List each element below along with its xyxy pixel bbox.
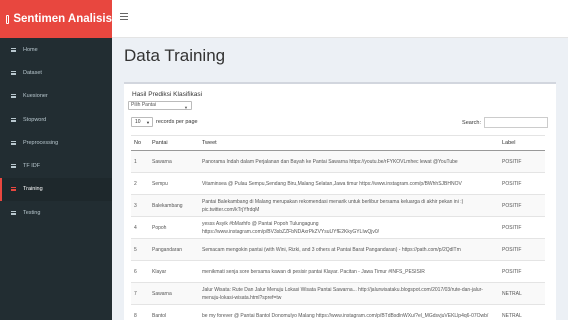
cell-no: 1: [131, 150, 149, 173]
cell-no: 4: [131, 216, 149, 239]
cell-label: POSITIF: [499, 194, 545, 217]
sidebar-item-training[interactable]: Training: [0, 177, 112, 202]
table-row: 1 Sawarna Panorama Indah dalam Perjalana…: [131, 150, 545, 173]
table-search: Search:: [462, 117, 548, 128]
cell-no: 2: [131, 172, 149, 195]
cell-pantai: Klayar: [149, 260, 199, 283]
sidebar-item-label: Preprocessing: [23, 139, 59, 146]
top-navbar: [112, 0, 568, 38]
sidebar-item-stopword[interactable]: Stopword: [0, 108, 112, 131]
menu-icon: [11, 47, 16, 52]
sidebar-item-testing[interactable]: Testing: [0, 201, 112, 224]
table-row: 3 Balekambang Pantai Balekambang di Mala…: [131, 194, 545, 217]
sidebar-item-label: TF IDF: [23, 163, 41, 170]
cell-tweet: Panorama Indah dalam Perjalanan dan Baya…: [199, 150, 499, 173]
cell-label: POSITIF: [499, 216, 545, 239]
cell-pantai: Balekambang: [149, 194, 199, 217]
sidebar-item-label: Home: [23, 46, 38, 53]
menu-icon: [11, 210, 16, 215]
table-row: 2 Sempu Vitaminsea @ Pulau Sempu,Sendang…: [131, 172, 545, 195]
column-header-tweet[interactable]: Tweet: [199, 135, 499, 151]
cell-tweet: Pantai Balekambang di Malang merupakan r…: [199, 194, 499, 217]
menu-icon: [11, 117, 16, 122]
cell-tweet: Semacam mengokin pantai (with Wini, Rizk…: [199, 238, 499, 261]
cell-label: POSITIF: [499, 238, 545, 261]
cell-pantai: Pangandaran: [149, 238, 199, 261]
search-label: Search:: [462, 119, 481, 126]
table-row: 8 Bantol be my forever @ Pantai Bantol D…: [131, 304, 545, 320]
records-per-page-select[interactable]: 10 ▼: [131, 117, 153, 127]
sidebar-item-dataset[interactable]: Dataset: [0, 61, 112, 84]
cell-label: POSITIF: [499, 150, 545, 173]
cell-pantai: Bantol: [149, 304, 199, 320]
menu-icon: [11, 94, 16, 99]
sidebar-item-label: Training: [23, 186, 43, 193]
cell-label: POSITIF: [499, 172, 545, 195]
records-per-page-label: records per page: [156, 119, 198, 125]
column-header-pantai[interactable]: Pantai: [149, 135, 199, 151]
cell-tweet: menikmati senja sore bersama kawan di pe…: [199, 260, 499, 283]
sidebar-item-label: Kuesioner: [23, 93, 48, 100]
menu-icon: [11, 70, 16, 75]
prediction-table: No Pantai Tweet Label 1 Sawarna Panorama…: [131, 135, 545, 320]
column-header-label[interactable]: Label: [499, 135, 545, 151]
table-row: 7 Sawarna Jalur Wisata: Rute Dan Jalur M…: [131, 282, 545, 305]
menu-toggle-icon[interactable]: [120, 13, 128, 20]
records-per-page: 10 ▼ records per page: [131, 117, 198, 127]
brand-title: Sentimen Analisis: [13, 13, 112, 25]
sidebar-item-label: Testing: [23, 209, 41, 216]
cell-label: POSITIF: [499, 260, 545, 283]
chevron-down-icon: ▼: [184, 105, 188, 110]
cell-tweet: Vitaminsea @ Pulau Sempu,Sendang Biru,Ma…: [199, 172, 499, 195]
monitor-icon: [6, 14, 10, 24]
cell-label: NETRAL: [499, 282, 545, 305]
cell-no: 6: [131, 260, 149, 283]
sidebar-item-preprocessing[interactable]: Preprocessing: [0, 131, 112, 154]
box-title: Hasil Prediksi Klasifikasi: [132, 91, 203, 98]
menu-icon: [11, 164, 16, 169]
table-row: 4 Popoh yesss Asyik #bMarhfo @ Pantai Po…: [131, 216, 545, 239]
table-row: 5 Pangandaran Semacam mengokin pantai (w…: [131, 238, 545, 261]
cell-pantai: Sempu: [149, 172, 199, 195]
cell-pantai: Sawarna: [149, 150, 199, 173]
menu-icon: [11, 140, 16, 145]
sidebar-item-label: Stopword: [23, 116, 47, 123]
cell-no: 3: [131, 194, 149, 217]
sidebar-item-home[interactable]: Home: [0, 38, 112, 61]
page-title: Data Training: [124, 46, 226, 65]
beach-select-value: Pilih Pantai: [131, 102, 157, 108]
column-header-no[interactable]: No: [131, 135, 149, 151]
records-per-page-value: 10: [135, 119, 141, 125]
chevron-down-icon: ▼: [146, 120, 150, 125]
cell-pantai: Sawarna: [149, 282, 199, 305]
sidebar-item-label: Dataset: [23, 69, 42, 76]
sidebar: Home Dataset Kuesioner Stopword Preproce…: [0, 38, 112, 320]
results-box: Hasil Prediksi Klasifikasi Pilih Pantai …: [124, 82, 556, 320]
search-input[interactable]: [484, 117, 548, 128]
sidebar-item-kuesioner[interactable]: Kuesioner: [0, 85, 112, 108]
app-brand[interactable]: Sentimen Analisis: [0, 0, 112, 38]
menu-icon: [11, 187, 16, 192]
cell-tweet: Jalur Wisata: Rute Dan Jalur Menuju Loka…: [199, 282, 499, 305]
cell-label: NETRAL: [499, 304, 545, 320]
beach-select[interactable]: Pilih Pantai ▼: [128, 101, 192, 110]
table-header-row: No Pantai Tweet Label: [131, 135, 545, 151]
cell-no: 8: [131, 304, 149, 320]
cell-tweet: yesss Asyik #bMarhfo @ Pantai Popoh Tulu…: [199, 216, 499, 239]
cell-tweet: be my forever @ Pantai Bantol Donomulyo …: [199, 304, 499, 320]
table-row: 6 Klayar menikmati senja sore bersama ka…: [131, 260, 545, 283]
cell-no: 7: [131, 282, 149, 305]
cell-no: 5: [131, 238, 149, 261]
cell-pantai: Popoh: [149, 216, 199, 239]
sidebar-item-tf-idf[interactable]: TF IDF: [0, 154, 112, 177]
